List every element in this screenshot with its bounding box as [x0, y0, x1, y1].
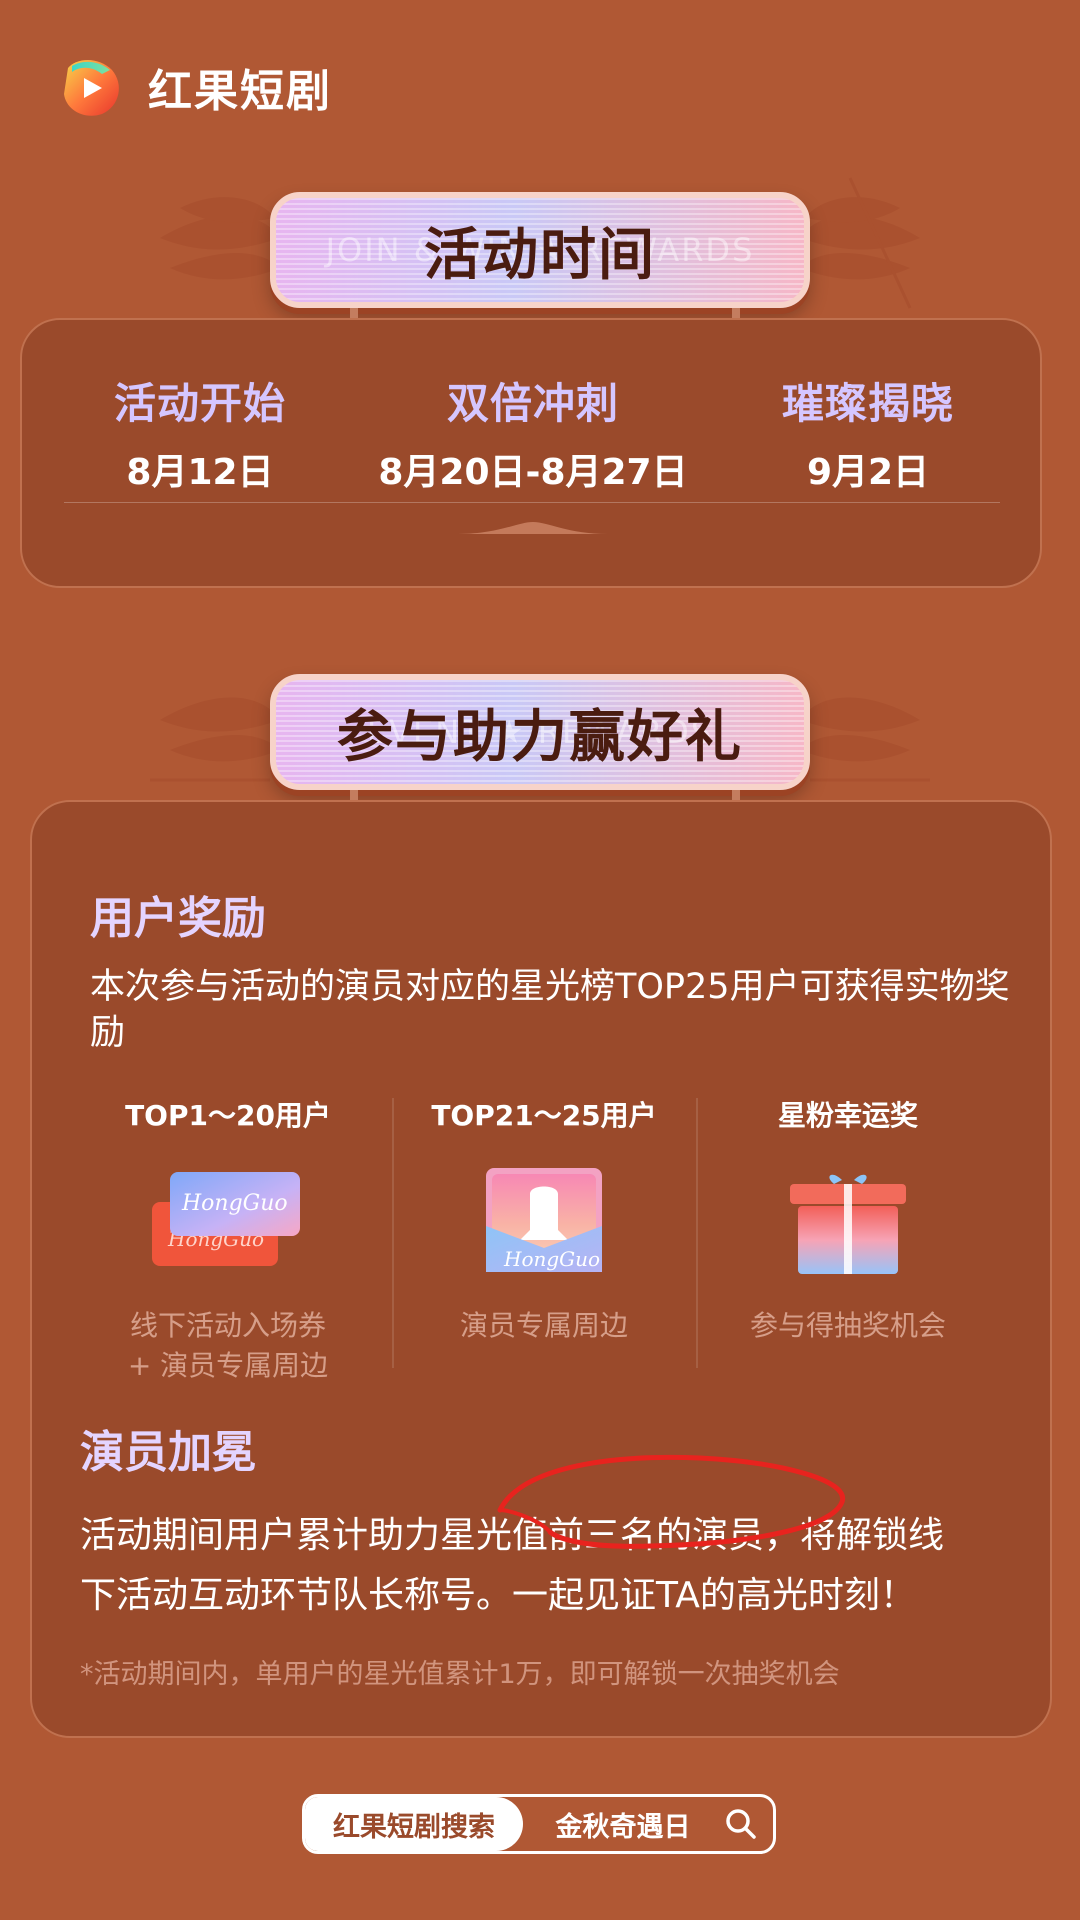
- schedule-item-date: 8月20日-8月27日: [378, 452, 688, 493]
- reward-tier-top25: TOP21～25用户 HongGuo 演员专属周边: [394, 1096, 694, 1346]
- actor-coronation-text: 活动期间用户累计助力星光值前三名的演员，将解锁线 下活动互动环节队长称号。一起见…: [80, 1506, 1040, 1626]
- reward-tier-title: TOP21～25用户: [431, 1099, 657, 1132]
- schedule-item-label: 双倍冲刺: [446, 379, 619, 428]
- rewards-panel: 用户奖励 本次参与活动的演员对应的星光榜TOP25用户可获得实物奖励 TOP1～…: [30, 800, 1052, 1738]
- reward-tier-lucky: 星粉幸运奖 参与得抽奖机会: [698, 1096, 998, 1346]
- schedule-item-start: 活动开始 8月12日: [60, 370, 340, 495]
- user-rewards-description: 本次参与活动的演员对应的星光榜TOP25用户可获得实物奖励: [90, 967, 1010, 1053]
- search-bar[interactable]: 红果短剧搜索 金秋奇遇日: [302, 1794, 776, 1854]
- schedule-title: 活动时间: [424, 222, 656, 288]
- rewards-title-plaque: EVENT ★ REWARDS 参与助力赢好礼: [150, 650, 930, 806]
- svg-text:HongGuo: HongGuo: [503, 1247, 600, 1271]
- search-icon[interactable]: [723, 1806, 759, 1842]
- schedule-item-date: 9月2日: [806, 452, 930, 493]
- reward-tier-desc-line: + 演员专属周边: [127, 1349, 329, 1382]
- schedule-panel: 活动开始 8月12日 双倍冲刺 8月20日-8月27日 璀璨揭晓 9月2日: [20, 318, 1042, 588]
- actor-coronation-line: 活动期间用户累计助力星光值前三名的演员，将解锁线: [80, 1515, 945, 1556]
- schedule-item-reveal: 璀璨揭晓 9月2日: [728, 370, 1008, 495]
- rewards-plaque-board: EVENT ★ REWARDS 参与助力赢好礼: [270, 674, 810, 790]
- rewards-title: 参与助力赢好礼: [337, 704, 743, 770]
- search-query[interactable]: 金秋奇遇日: [523, 1805, 723, 1844]
- card-icon: HongGuo: [486, 1168, 602, 1272]
- reward-tier-desc: 演员专属周边: [394, 1306, 694, 1346]
- brand-header: 红果短剧: [58, 54, 332, 120]
- lottery-footnote: *活动期间内，单用户的星光值累计1万，即可解锁一次抽奖机会: [80, 1659, 840, 1690]
- schedule-divider: [64, 502, 1000, 503]
- schedule-plaque-board: JOIN & WIN ★ REWARDS 活动时间: [270, 192, 810, 308]
- brand-name: 红果短剧: [148, 66, 332, 117]
- expand-notch-icon[interactable]: [458, 522, 608, 534]
- actor-coronation-title: 演员加冕: [80, 1427, 256, 1478]
- reward-tier-title: TOP1～20用户: [125, 1099, 331, 1132]
- search-brand-label: 红果短剧搜索: [305, 1797, 523, 1851]
- reward-tier-desc: 线下活动入场券 + 演员专属周边: [78, 1306, 378, 1386]
- ticket-icon: HongGuo HongGuo: [152, 1172, 300, 1266]
- gift-box-icon: [790, 1174, 906, 1274]
- reward-tier-desc-line: 演员专属周边: [459, 1309, 628, 1342]
- hongguo-play-icon: [64, 60, 119, 116]
- reward-tier-desc-line: 参与得抽奖机会: [749, 1309, 946, 1342]
- schedule-item-label: 璀璨揭晓: [781, 379, 954, 428]
- svg-text:HongGuo: HongGuo: [181, 1191, 288, 1216]
- schedule-item-label: 活动开始: [113, 379, 286, 428]
- user-rewards-title: 用户奖励: [90, 893, 266, 944]
- reward-tier-desc-line: 线下活动入场券: [129, 1309, 326, 1342]
- reward-tier-title: 星粉幸运奖: [777, 1099, 918, 1132]
- actor-coronation-line: 下活动互动环节队长称号。一起见证TA的高光时刻！: [80, 1575, 916, 1616]
- schedule-item-sprint: 双倍冲刺 8月20日-8月27日: [358, 370, 708, 495]
- schedule-title-plaque: JOIN & WIN ★ REWARDS 活动时间: [150, 168, 930, 324]
- reward-tier-top20: TOP1～20用户 HongGuo HongGuo 线下活动入场券 + 演员专属…: [78, 1096, 378, 1386]
- schedule-item-date: 8月12日: [126, 452, 274, 493]
- reward-tier-desc: 参与得抽奖机会: [698, 1306, 998, 1346]
